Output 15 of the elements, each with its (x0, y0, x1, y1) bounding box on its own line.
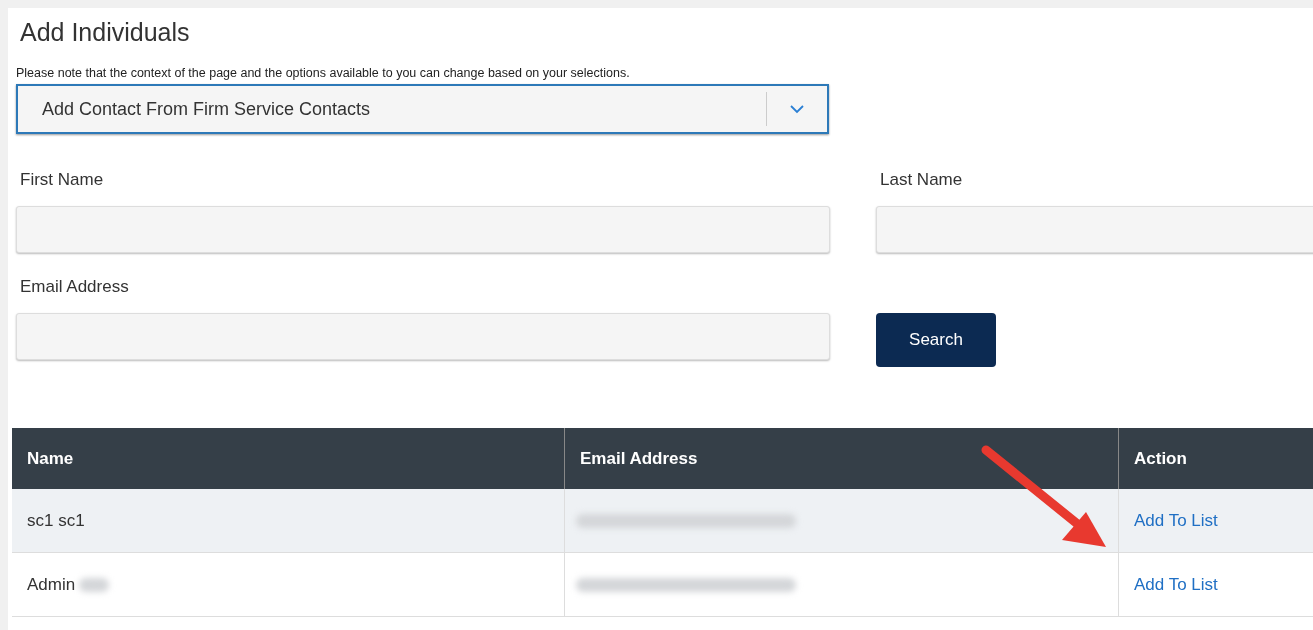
input-field[interactable] (16, 206, 830, 253)
source-dropdown[interactable]: Add Contact From Firm Service Contacts (16, 84, 829, 134)
add-to-list-link[interactable]: Add To List (1134, 574, 1218, 595)
field-label: Last Name (879, 170, 964, 191)
input-field[interactable] (16, 313, 830, 360)
add-to-list-link[interactable]: Add To List (1134, 510, 1218, 531)
field-label: First Name (19, 170, 105, 191)
table-cell: sc1 sc1 (27, 510, 85, 531)
table-cell: Admin (27, 574, 76, 595)
field-label: Email Address (19, 277, 130, 298)
page-title: Add Individuals (19, 17, 191, 48)
chevron-down-icon (790, 104, 804, 114)
note-text: Please note that the context of the page and the options available to you can change based on your selections. (16, 66, 631, 82)
search-button[interactable]: Search (876, 313, 996, 367)
input-field[interactable] (876, 206, 1313, 253)
